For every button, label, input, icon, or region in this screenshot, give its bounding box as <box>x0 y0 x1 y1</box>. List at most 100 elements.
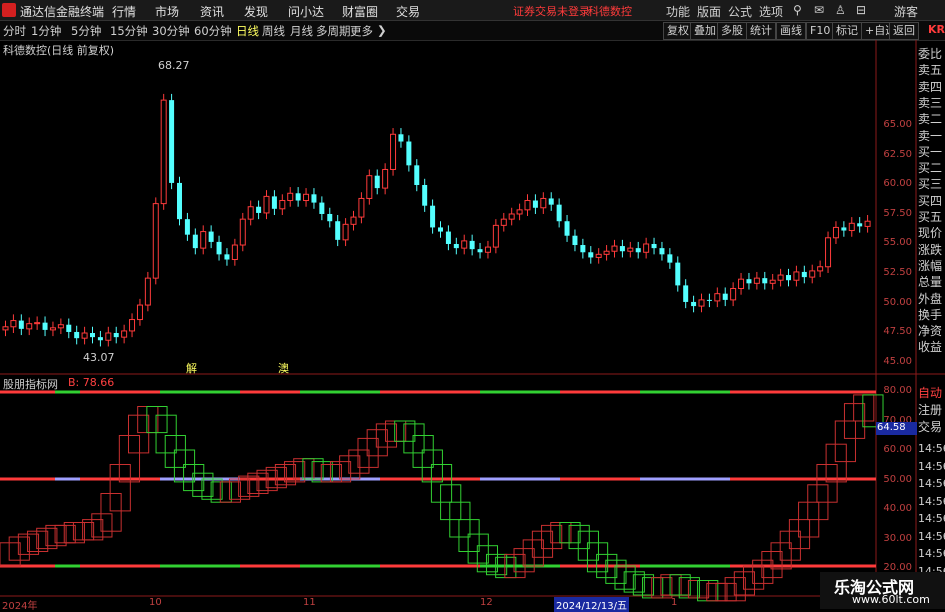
indicator-box <box>522 539 544 567</box>
x-label-11: 11 <box>303 597 316 608</box>
candle-body <box>319 202 325 214</box>
candle-body <box>484 246 491 253</box>
chart-canvas[interactable] <box>0 0 945 609</box>
event-marker-ao[interactable]: 澳 <box>278 360 289 376</box>
indicator-y-tick: 40.00 <box>883 503 912 514</box>
main-chart-label: 科德数控(日线 前复权) <box>3 44 115 57</box>
candle-body <box>66 324 72 332</box>
indicator-box <box>155 414 177 454</box>
main-y-tick: 57.50 <box>883 207 912 219</box>
side-label[interactable]: 自动 <box>918 385 945 401</box>
indicator-box <box>118 435 141 483</box>
indicator-box <box>366 429 388 457</box>
candle-body <box>635 248 641 253</box>
main-y-tick: 60.00 <box>883 178 912 190</box>
quote-label: 买四 <box>918 193 943 208</box>
candle-body <box>97 337 103 341</box>
candle-body <box>121 330 128 338</box>
quote-label: 委比 <box>918 47 943 61</box>
quote-label: 涨跌 <box>918 242 943 257</box>
high-price-label: 68.27 <box>158 59 190 72</box>
indicator-box <box>458 519 480 552</box>
candle-body <box>588 252 594 258</box>
candle-body <box>263 195 270 214</box>
indicator-name[interactable]: 股朋指标网 <box>3 376 58 392</box>
quote-label: 买一 <box>918 144 943 159</box>
quote-label: 净资 <box>918 324 943 339</box>
quote-label: 涨幅 <box>918 258 943 273</box>
indicator-box <box>568 524 590 550</box>
indicator-box <box>137 406 159 434</box>
candle-body <box>572 235 578 246</box>
candle-body <box>200 231 207 249</box>
indicator-box <box>430 464 453 503</box>
time-label: 14:56 <box>918 477 945 490</box>
candle-body <box>144 277 151 306</box>
candle-body <box>42 322 48 330</box>
candle-body <box>113 333 119 338</box>
candle-body <box>105 332 112 341</box>
quote-label: 卖五 <box>918 63 943 78</box>
indicator-box <box>724 577 746 602</box>
watermark-url: www.60lt.com <box>852 593 930 606</box>
candle-body <box>49 327 56 331</box>
side-label[interactable]: 注册 <box>918 402 945 418</box>
candle-body <box>817 266 824 272</box>
x-label-1: 1 <box>671 597 678 608</box>
candle-body <box>271 196 277 209</box>
candle-body <box>160 99 167 205</box>
candle-body <box>738 278 745 289</box>
event-marker-jie[interactable]: 解 <box>186 360 197 376</box>
main-y-tick: 45.00 <box>883 355 912 367</box>
candle-body <box>414 165 420 185</box>
candle-body <box>422 184 428 206</box>
candle-body <box>177 182 182 220</box>
candle-body <box>90 333 95 338</box>
candle-body <box>683 285 689 302</box>
candle-body <box>74 331 80 339</box>
x-label-2024: 2024年 <box>2 601 38 612</box>
indicator-box <box>467 533 489 564</box>
indicator-y-tick: 60.00 <box>883 444 912 455</box>
candle-body <box>651 243 657 249</box>
candle-body <box>524 200 531 211</box>
candle-body <box>327 213 333 222</box>
candle-body <box>406 141 412 166</box>
candle-body <box>603 250 610 255</box>
candle-body <box>801 271 807 278</box>
candle-body <box>786 275 791 281</box>
candle-body <box>366 175 373 199</box>
indicator-box <box>752 559 774 584</box>
candle-body <box>208 231 214 242</box>
candle-body <box>508 213 515 220</box>
candle-body <box>303 193 310 202</box>
candle-body <box>311 194 317 203</box>
x-cursor-date: 2024/12/13/五 <box>554 597 630 612</box>
time-label: 14:56 <box>918 442 945 455</box>
indicator-box <box>8 536 30 561</box>
candle-body <box>667 254 673 263</box>
low-price-label: 43.07 <box>83 351 115 364</box>
candle-body <box>358 197 365 218</box>
candle-body <box>556 204 562 222</box>
candle-body <box>152 203 159 279</box>
candle-body <box>832 226 839 239</box>
indicator-box <box>742 565 765 590</box>
candle-body <box>762 278 768 284</box>
quote-label: 卖四 <box>918 79 943 94</box>
candle-body <box>224 254 230 260</box>
indicator-box <box>531 530 554 558</box>
candle-body <box>335 221 341 240</box>
indicator-box <box>605 559 627 584</box>
candle-body <box>390 133 397 170</box>
candle-body <box>26 323 33 330</box>
candle-body <box>239 218 246 246</box>
candle-body <box>627 247 634 252</box>
indicator-box <box>412 435 434 468</box>
candle-body <box>714 293 721 302</box>
candle-body <box>706 299 712 301</box>
side-label[interactable]: 交易 <box>918 419 945 435</box>
candle-body <box>453 243 459 249</box>
quote-label: 卖二 <box>918 112 943 127</box>
candle-body <box>746 279 752 284</box>
